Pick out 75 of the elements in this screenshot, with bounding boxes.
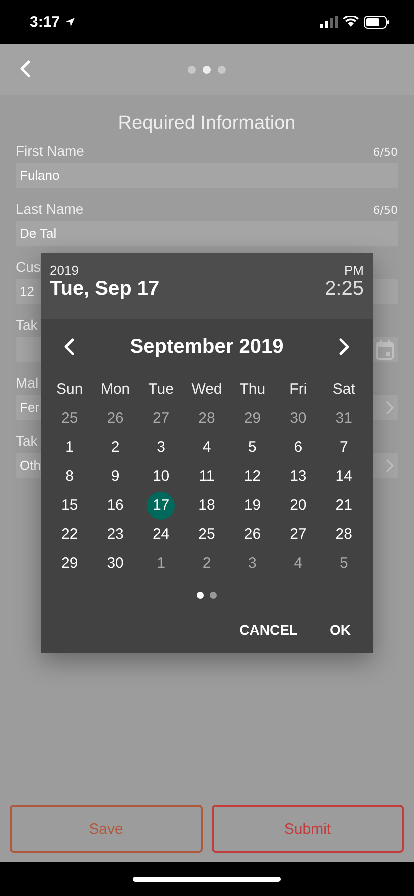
calendar-day[interactable]: 28 [321, 520, 367, 549]
calendar-day[interactable]: 2 [92, 433, 138, 462]
field-label: First Name [16, 143, 84, 159]
next-month-icon[interactable] [338, 338, 351, 356]
calendar-day[interactable]: 12 [230, 462, 276, 491]
calendar-day[interactable]: 17 [147, 492, 176, 520]
month-title: September 2019 [130, 336, 284, 358]
calendar-day[interactable]: 16 [92, 491, 138, 520]
calendar-day[interactable]: 25 [184, 520, 230, 549]
calendar-day[interactable]: 7 [321, 433, 367, 462]
weekday-label: Tue [148, 380, 175, 400]
calendar-day[interactable]: 20 [276, 491, 322, 520]
battery-icon [364, 16, 390, 28]
calendar-day[interactable]: 29 [47, 549, 93, 578]
calendar-day[interactable]: 30 [276, 404, 322, 433]
selected-time[interactable]: 2:25 [325, 278, 364, 301]
calendar-day[interactable]: 28 [184, 404, 230, 433]
calendar-day[interactable]: 26 [230, 520, 276, 549]
calendar-day[interactable]: 4 [184, 433, 230, 462]
calendar-day[interactable]: 21 [321, 491, 367, 520]
selected-date: Tue, Sep 17 [50, 278, 160, 301]
calendar-day[interactable]: 22 [47, 520, 93, 549]
dialog-button[interactable]: CANCEL [228, 614, 310, 646]
weekday-label: Sun [56, 380, 84, 400]
calendar-day[interactable]: 25 [47, 404, 93, 433]
calendar-day[interactable]: 10 [138, 462, 184, 491]
calendar-day[interactable]: 2 [184, 549, 230, 578]
calendar-day[interactable]: 9 [92, 462, 138, 491]
calendar-day[interactable]: 29 [230, 404, 276, 433]
chevron-right-icon [386, 458, 394, 472]
field-label: Mal [16, 375, 39, 391]
calendar-day[interactable]: 14 [321, 462, 367, 491]
character-counter: 6/50 [373, 204, 398, 217]
calendar-day[interactable]: 5 [230, 433, 276, 462]
weekday-label: Wed [190, 380, 224, 400]
location-arrow-icon [65, 16, 76, 28]
year-label[interactable]: 2019 [50, 263, 79, 278]
calendar-day[interactable]: 8 [47, 462, 93, 491]
signal-icon [320, 16, 338, 28]
weekday-label: Thu [238, 380, 267, 400]
calendar-day[interactable]: 6 [276, 433, 322, 462]
weekday-label: Sat [332, 380, 356, 400]
character-counter: 6/50 [373, 146, 398, 159]
calendar-day[interactable]: 27 [276, 520, 322, 549]
calendar-day[interactable]: 1 [47, 433, 93, 462]
calendar-day[interactable]: 11 [184, 462, 230, 491]
calendar-day[interactable]: 27 [138, 404, 184, 433]
calendar-day[interactable]: 5 [321, 549, 367, 578]
weekday-label: Fri [288, 380, 308, 400]
calendar-day[interactable]: 4 [276, 549, 322, 578]
weekday-label: Mon [100, 380, 132, 400]
chevron-right-icon [386, 400, 394, 414]
previous-month-icon[interactable] [63, 338, 75, 356]
status-time: 3:17 [30, 14, 60, 30]
calendar-icon [376, 340, 394, 360]
calendar-day[interactable]: 3 [138, 433, 184, 462]
calendar-day[interactable]: 31 [321, 404, 367, 433]
calendar-day[interactable]: 3 [230, 549, 276, 578]
calendar-day[interactable]: 30 [92, 549, 138, 578]
calendar-day[interactable]: 18 [184, 491, 230, 520]
calendar-day[interactable]: 24 [138, 520, 184, 549]
calendar-day[interactable]: 23 [92, 520, 138, 549]
calendar-day[interactable]: 1 [138, 549, 184, 578]
dialog-button[interactable]: OK [318, 614, 363, 646]
field-label: Tak [16, 317, 38, 333]
field-label: Cus [16, 259, 41, 275]
field-label: Last Name [16, 201, 84, 217]
wifi-icon [343, 16, 359, 28]
calendar-day[interactable]: 19 [230, 491, 276, 520]
ampm-label[interactable]: PM [344, 263, 364, 278]
page-title: Required Information [117, 113, 297, 135]
field-label: Tak [16, 433, 38, 449]
calendar-day[interactable]: 15 [47, 491, 93, 520]
calendar-day[interactable]: 26 [92, 404, 138, 433]
calendar-day[interactable]: 13 [276, 462, 322, 491]
